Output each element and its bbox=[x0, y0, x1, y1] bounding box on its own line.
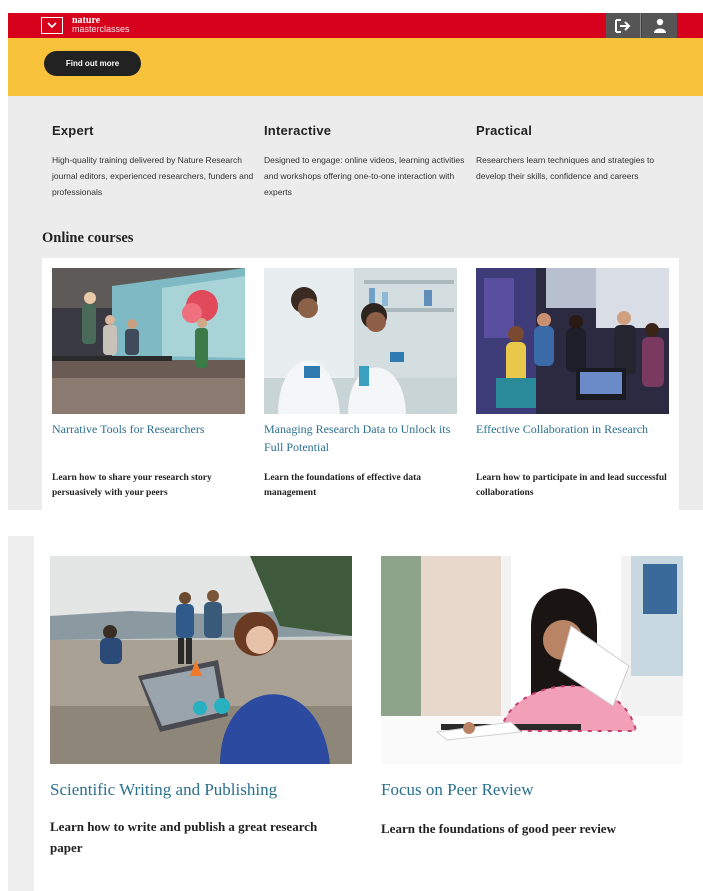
course-card[interactable]: Focus on Peer Review Learn the foundatio… bbox=[381, 556, 683, 839]
promo-banner: Find out more bbox=[8, 38, 703, 96]
course-title-link[interactable]: Scientific Writing and Publishing bbox=[50, 777, 352, 802]
user-icon bbox=[653, 18, 666, 33]
course-image-peer-review[interactable] bbox=[381, 556, 683, 764]
nature-masterclasses-logo[interactable]: nature masterclasses bbox=[72, 16, 130, 34]
feature-title: Interactive bbox=[264, 123, 332, 138]
course-title-link[interactable]: Managing Research Data to Unlock its Ful… bbox=[264, 420, 457, 456]
feature-text: High-quality training delivered by Natur… bbox=[52, 155, 254, 197]
feature-title: Expert bbox=[52, 123, 94, 138]
course-image-fieldwork[interactable] bbox=[50, 556, 352, 764]
course-image-presentation[interactable] bbox=[52, 268, 245, 414]
course-card[interactable]: Managing Research Data to Unlock its Ful… bbox=[264, 268, 457, 501]
course-title-link[interactable]: Focus on Peer Review bbox=[381, 777, 683, 802]
course-description: Learn how to write and publish a great r… bbox=[50, 819, 318, 855]
online-courses-list: Narrative Tools for Researchers Learn ho… bbox=[42, 258, 679, 510]
course-description: Learn the foundations of effective data … bbox=[264, 473, 421, 498]
chevron-down-icon bbox=[47, 22, 57, 29]
left-gutter bbox=[8, 536, 34, 891]
feature-text: Researchers learn techniques and strateg… bbox=[476, 155, 655, 181]
feature-practical: Practical Researchers learn techniques a… bbox=[476, 123, 681, 184]
menu-button[interactable] bbox=[41, 17, 63, 34]
account-button[interactable] bbox=[642, 13, 677, 38]
feature-title: Practical bbox=[476, 123, 533, 138]
bottom-panel: Scientific Writing and Publishing Learn … bbox=[8, 536, 703, 891]
course-card[interactable]: Effective Collaboration in Research Lear… bbox=[476, 268, 669, 501]
course-description: Learn how to share your research story p… bbox=[52, 473, 212, 498]
site-header: nature masterclasses bbox=[8, 13, 703, 38]
course-title-link[interactable]: Narrative Tools for Researchers bbox=[52, 420, 245, 456]
course-description: Learn the foundations of good peer revie… bbox=[381, 821, 616, 836]
course-description: Learn how to participate in and lead suc… bbox=[476, 473, 667, 498]
logo-line-2: masterclasses bbox=[72, 24, 130, 34]
feature-expert: Expert High-quality training delivered b… bbox=[52, 123, 257, 200]
login-button[interactable] bbox=[606, 13, 641, 38]
login-arrow-icon bbox=[615, 18, 631, 33]
find-out-more-button[interactable]: Find out more bbox=[44, 51, 141, 76]
course-image-collaboration[interactable] bbox=[476, 268, 669, 414]
top-panel: nature masterclasses Find out more Exper… bbox=[8, 13, 703, 510]
course-image-lab[interactable] bbox=[264, 268, 457, 414]
course-card[interactable]: Scientific Writing and Publishing Learn … bbox=[50, 556, 352, 858]
online-courses-heading: Online courses bbox=[42, 230, 134, 246]
feature-interactive: Interactive Designed to engage: online v… bbox=[264, 123, 469, 200]
feature-text: Designed to engage: online videos, learn… bbox=[264, 155, 465, 197]
course-title-link[interactable]: Effective Collaboration in Research bbox=[476, 420, 669, 456]
course-card[interactable]: Narrative Tools for Researchers Learn ho… bbox=[52, 268, 245, 501]
